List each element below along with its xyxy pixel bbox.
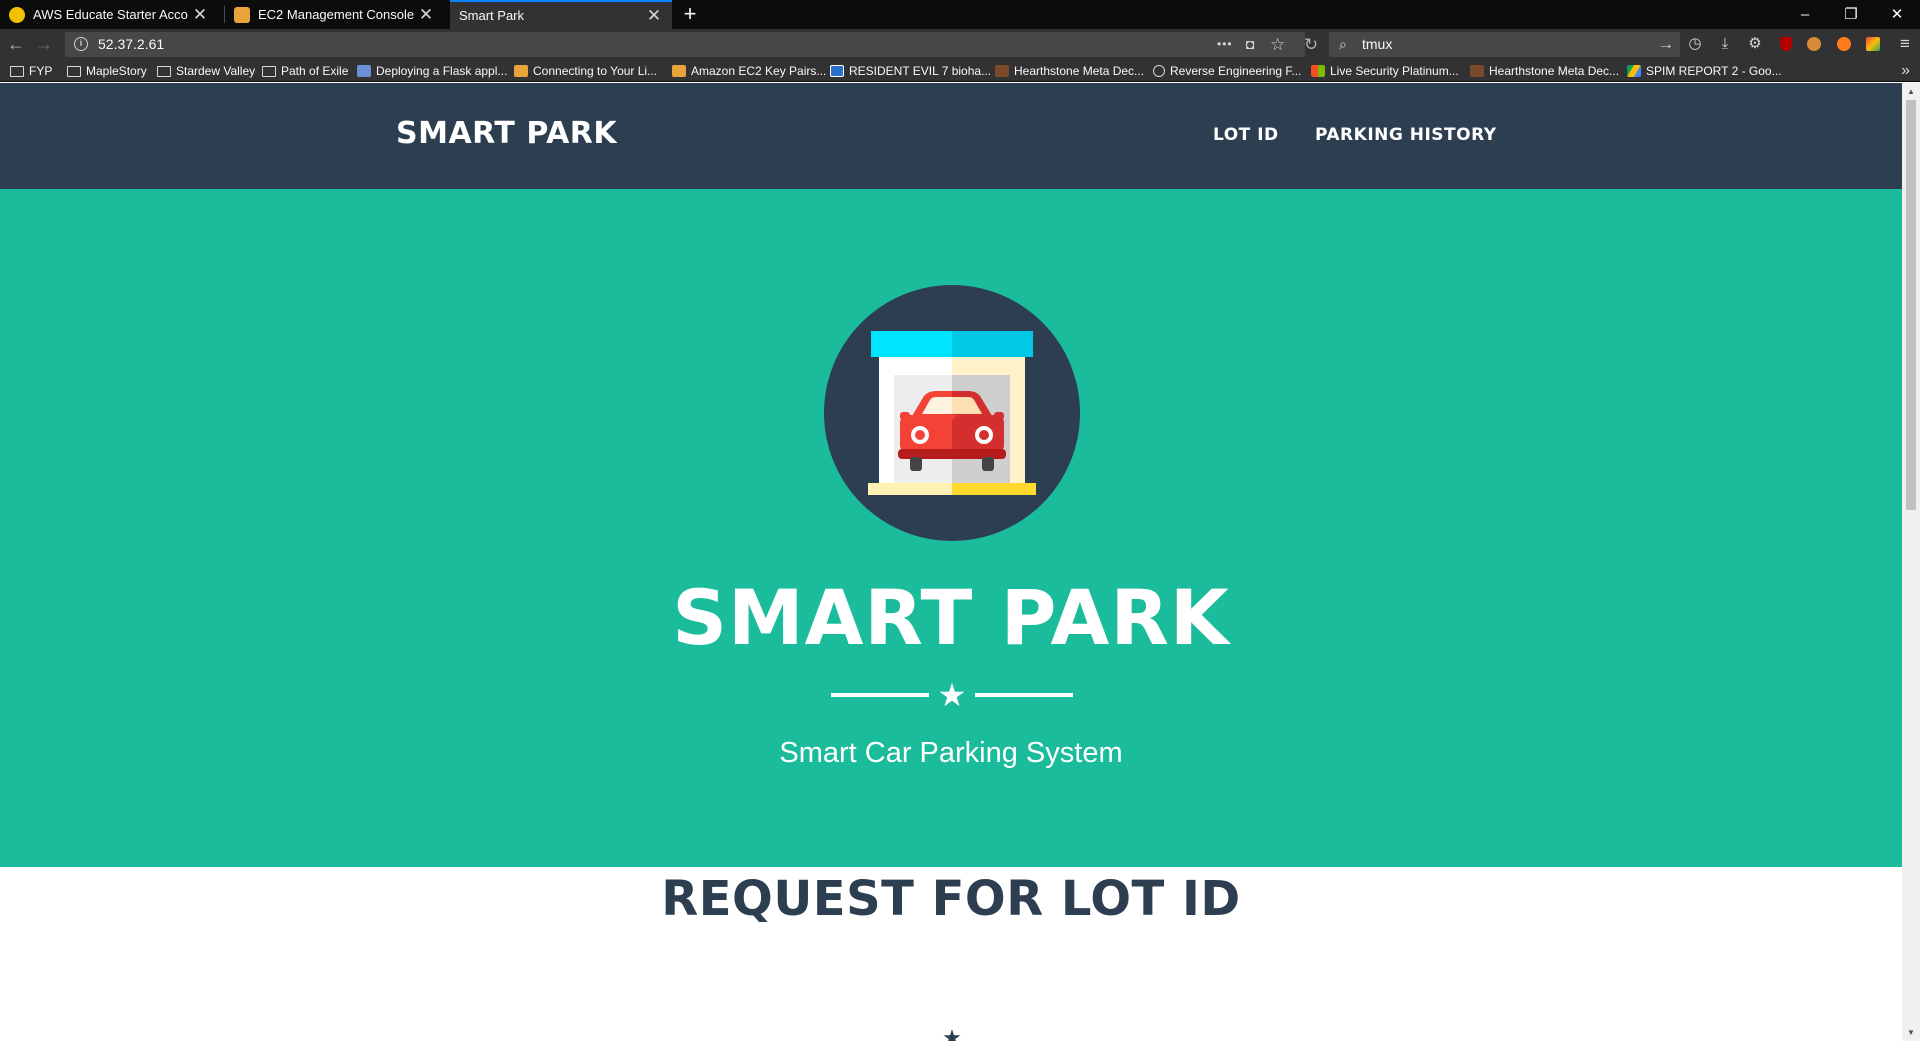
brand-link[interactable]: SMART PARK xyxy=(396,116,617,151)
section-title: REQUEST FOR LOT ID xyxy=(661,871,1241,927)
page-actions-icon[interactable]: ••• xyxy=(1217,32,1233,57)
globe-icon xyxy=(1153,65,1165,77)
bookmark-item[interactable]: Hearthstone Meta Dec... xyxy=(1470,60,1619,82)
close-window-button[interactable]: ✕ xyxy=(1874,0,1920,29)
page-viewport: SMART PARK LOT ID PARKING HISTORY SMART … xyxy=(0,83,1902,1041)
orange-extension-icon[interactable] xyxy=(1835,35,1853,53)
hearthstone-icon xyxy=(995,65,1009,77)
hero-subtitle: Smart Car Parking System xyxy=(779,737,1123,769)
back-button[interactable]: ← xyxy=(2,29,30,60)
pocket-icon[interactable]: ◘ xyxy=(1246,32,1254,57)
url-text[interactable]: 52.37.2.61 xyxy=(98,32,164,57)
bookmark-label: Connecting to Your Li... xyxy=(533,64,658,78)
bookmark-star-icon[interactable]: ☆ xyxy=(1270,32,1285,57)
info-icon[interactable]: i xyxy=(74,37,88,51)
page-scrollbar[interactable]: ▲ ▼ xyxy=(1902,83,1920,1041)
settings-icon[interactable]: ⚙ xyxy=(1746,35,1764,53)
bookmark-label: Hearthstone Meta Dec... xyxy=(1014,64,1145,78)
star-divider: ★ xyxy=(831,678,1073,712)
folder-icon xyxy=(157,65,171,77)
tab-ec2-console[interactable]: EC2 Management Console ✕ xyxy=(225,0,444,29)
bookmark-label: RESIDENT EVIL 7 bioha... xyxy=(849,64,992,78)
menu-icon[interactable]: ≡ xyxy=(1896,35,1914,53)
search-icon: ⌕ xyxy=(1339,36,1347,52)
tab-aws-educate[interactable]: AWS Educate Starter Account 7 ✕ xyxy=(0,0,218,29)
tab-smart-park[interactable]: Smart Park ✕ xyxy=(450,0,672,29)
steam-icon xyxy=(830,65,844,77)
garage-car-icon xyxy=(868,331,1036,495)
bookmark-item[interactable]: Hearthstone Meta Dec... xyxy=(995,60,1144,82)
close-icon[interactable]: ✕ xyxy=(414,5,438,25)
colorful-extension-icon[interactable] xyxy=(1864,35,1882,53)
bookmarks-overflow-icon[interactable]: » xyxy=(1901,60,1910,82)
tab-label: Smart Park xyxy=(459,8,525,23)
divider-line xyxy=(975,693,1073,697)
hero-title: SMART PARK xyxy=(672,573,1230,662)
star-icon: ★ xyxy=(942,1025,962,1041)
bookmark-label: Reverse Engineering F... xyxy=(1170,64,1302,78)
site-navbar: SMART PARK LOT ID PARKING HISTORY xyxy=(0,83,1902,189)
new-tab-button[interactable]: + xyxy=(679,0,701,29)
history-icon[interactable]: ◷ xyxy=(1686,35,1704,53)
downloads-icon[interactable]: ⤓ xyxy=(1716,35,1734,53)
tab-label: AWS Educate Starter Account 7 xyxy=(33,7,188,22)
bookmark-item[interactable]: SPIM REPORT 2 - Goo... xyxy=(1627,60,1782,82)
page-icon xyxy=(357,65,371,77)
aws-educate-icon xyxy=(9,6,25,23)
bookmark-folder[interactable]: Stardew Valley xyxy=(157,60,255,82)
tab-label: EC2 Management Console xyxy=(258,7,414,22)
bookmark-label: Live Security Platinum... xyxy=(1330,64,1459,78)
bookmark-item[interactable]: Deploying a Flask appl... xyxy=(357,60,507,82)
bookmark-item[interactable]: RESIDENT EVIL 7 bioha... xyxy=(830,60,991,82)
url-bar[interactable]: i 52.37.2.61 ••• ◘ ☆ xyxy=(65,32,1305,57)
bookmark-folder[interactable]: MapleStory xyxy=(67,60,147,82)
google-drive-icon xyxy=(1627,65,1641,77)
bookmarks-toolbar: FYP MapleStory Stardew Valley Path of Ex… xyxy=(0,60,1920,82)
scroll-down-icon[interactable]: ▼ xyxy=(1902,1024,1920,1041)
parking-garage-logo xyxy=(824,285,1080,541)
search-bar[interactable]: ⌕ tmux → xyxy=(1329,32,1680,57)
nav-link-lot-id[interactable]: LOT ID xyxy=(1213,125,1279,145)
bookmark-folder[interactable]: Path of Exile xyxy=(262,60,348,82)
ublock-extension-icon[interactable] xyxy=(1777,35,1795,53)
bookmark-label: Amazon EC2 Key Pairs... xyxy=(691,64,827,78)
bookmark-label: Stardew Valley xyxy=(176,64,256,78)
bookmark-item[interactable]: Reverse Engineering F... xyxy=(1153,60,1301,82)
bookmark-label: Path of Exile xyxy=(281,64,349,78)
reload-button[interactable]: ↻ xyxy=(1297,29,1325,60)
bookmark-label: SPIM REPORT 2 - Goo... xyxy=(1646,64,1782,78)
star-icon: ★ xyxy=(937,677,967,713)
restore-button[interactable]: ❐ xyxy=(1828,0,1874,29)
aws-box-icon xyxy=(672,65,686,77)
minimize-button[interactable]: – xyxy=(1782,0,1828,29)
folder-icon xyxy=(10,65,24,77)
search-input[interactable]: tmux xyxy=(1362,32,1392,57)
bookmark-item[interactable]: Connecting to Your Li... xyxy=(514,60,657,82)
bookmark-item[interactable]: Amazon EC2 Key Pairs... xyxy=(672,60,826,82)
divider-line xyxy=(831,693,929,697)
nav-link-parking-history[interactable]: PARKING HISTORY xyxy=(1315,125,1497,145)
scroll-up-icon[interactable]: ▲ xyxy=(1902,83,1920,100)
folder-icon xyxy=(262,65,276,77)
microsoft-icon xyxy=(1311,65,1325,77)
bookmark-label: Hearthstone Meta Dec... xyxy=(1489,64,1620,78)
aws-box-icon xyxy=(514,65,528,77)
navigation-toolbar: ← → i 52.37.2.61 ••• ◘ ☆ ↻ ⌕ tmux → ◷ ⤓ … xyxy=(0,29,1920,60)
cookie-extension-icon[interactable] xyxy=(1805,35,1823,53)
hearthstone-icon xyxy=(1470,65,1484,77)
folder-icon xyxy=(67,65,81,77)
bookmark-label: MapleStory xyxy=(86,64,147,78)
aws-box-icon xyxy=(234,6,250,23)
bookmark-label: Deploying a Flask appl... xyxy=(376,64,508,78)
tab-strip: AWS Educate Starter Account 7 ✕ EC2 Mana… xyxy=(0,0,1920,29)
bookmark-item[interactable]: Live Security Platinum... xyxy=(1311,60,1459,82)
scrollbar-thumb[interactable] xyxy=(1906,100,1916,510)
close-icon[interactable]: ✕ xyxy=(642,6,666,26)
forward-button[interactable]: → xyxy=(30,29,58,60)
search-go-icon[interactable]: → xyxy=(1658,32,1674,57)
hero-section: SMART PARK ★ Smart Car Parking System xyxy=(0,189,1902,867)
bookmark-folder[interactable]: FYP xyxy=(10,60,52,82)
close-icon[interactable]: ✕ xyxy=(188,5,212,25)
bookmark-label: FYP xyxy=(29,64,53,78)
